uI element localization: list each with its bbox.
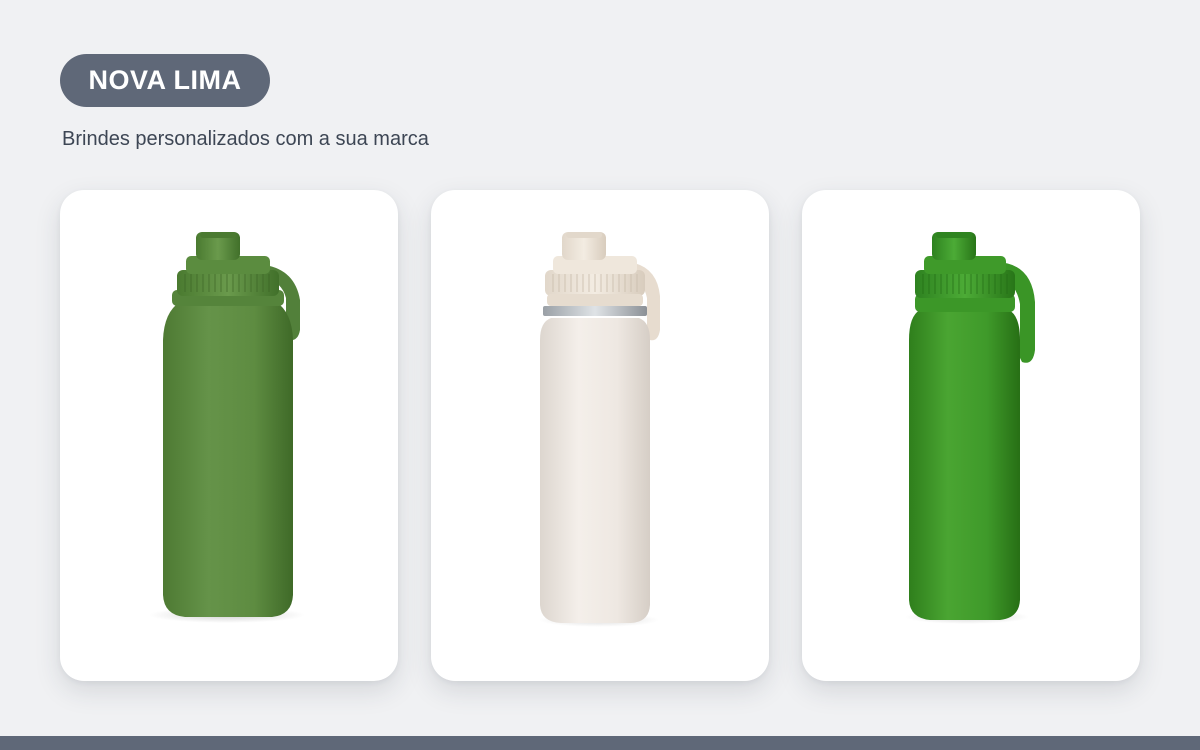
- product-card-cream-bottle[interactable]: [431, 190, 769, 681]
- page-tagline: Brindes personalizados com a sua marca: [62, 128, 429, 150]
- product-card-green-bottle[interactable]: [60, 190, 398, 681]
- footer-bar: [0, 736, 1200, 750]
- product-card-bright-green-bottle[interactable]: [802, 190, 1140, 681]
- bright-green-bottle-image: [905, 232, 1035, 624]
- cream-bottle-image: [539, 232, 660, 627]
- green-bottle-image: [149, 232, 305, 623]
- brand-badge: NOVA LIMA: [60, 54, 270, 107]
